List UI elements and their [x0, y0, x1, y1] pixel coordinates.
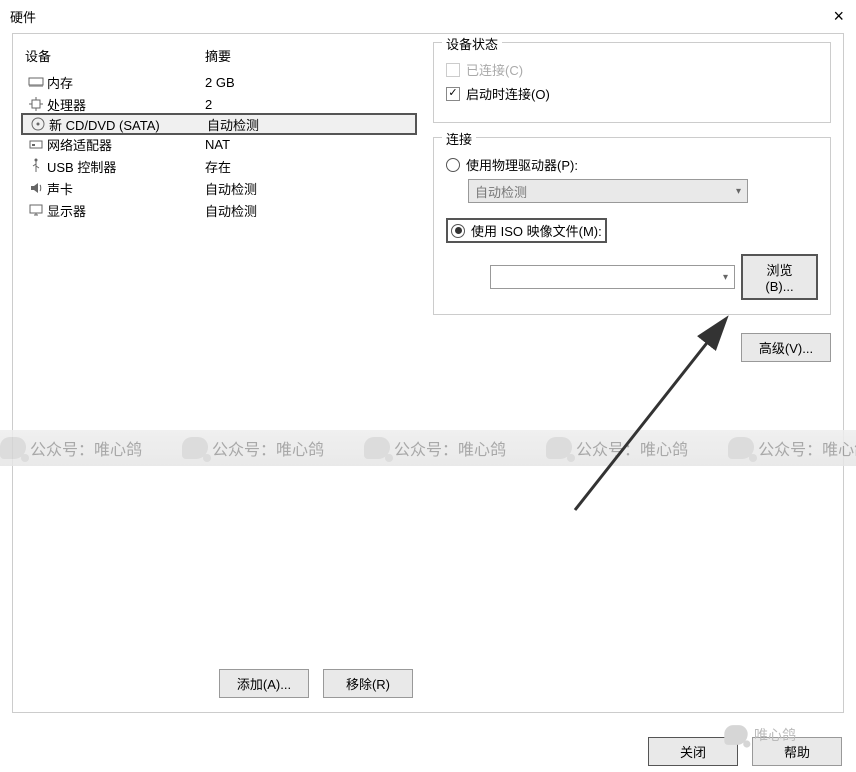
device-status-legend: 设备状态: [442, 34, 502, 53]
disc-icon: [27, 116, 49, 132]
dialog-body: 设备 摘要 内存2 GB处理器2新 CD/DVD (SATA)自动检测网络适配器…: [12, 33, 844, 713]
sound-icon: [25, 180, 47, 196]
advanced-button[interactable]: 高级(V)...: [741, 333, 831, 362]
device-buttons: 添加(A)... 移除(R): [21, 663, 417, 704]
connection-legend: 连接: [442, 129, 476, 148]
col-summary: 摘要: [205, 46, 413, 65]
connection-group: 连接 使用物理驱动器(P): 自动检测 ▾ 使用 ISO 映像文件(M): ▾ …: [433, 137, 831, 315]
device-name: 声卡: [47, 179, 205, 198]
device-name: USB 控制器: [47, 157, 205, 176]
device-summary: NAT: [205, 137, 413, 152]
iso-path-combo[interactable]: ▾: [490, 265, 735, 289]
device-table: 设备 摘要 内存2 GB处理器2新 CD/DVD (SATA)自动检测网络适配器…: [21, 42, 417, 221]
display-icon: [25, 202, 47, 218]
radio-icon: [451, 224, 465, 238]
device-table-header: 设备 摘要: [21, 42, 417, 71]
device-row[interactable]: 显示器自动检测: [21, 199, 417, 221]
close-button[interactable]: 关闭: [648, 737, 738, 766]
titlebar: 硬件 ×: [0, 0, 856, 33]
use-physical-radio[interactable]: 使用物理驱动器(P):: [446, 155, 818, 174]
device-summary: 存在: [205, 157, 413, 176]
close-icon[interactable]: ×: [833, 6, 844, 27]
device-row[interactable]: USB 控制器存在: [21, 155, 417, 177]
chevron-down-icon: ▾: [723, 272, 728, 283]
device-summary: 自动检测: [205, 201, 413, 220]
window-title: 硬件: [10, 7, 36, 26]
chevron-down-icon: ▾: [736, 186, 741, 197]
device-row[interactable]: 网络适配器NAT: [21, 133, 417, 155]
device-summary: 2 GB: [205, 75, 413, 90]
device-name: 新 CD/DVD (SATA): [49, 115, 207, 134]
col-device: 设备: [25, 46, 205, 65]
physical-combo-value: 自动检测: [475, 182, 527, 201]
checkbox-icon: ✓: [446, 87, 460, 101]
use-iso-label: 使用 ISO 映像文件(M):: [471, 221, 602, 240]
remove-button[interactable]: 移除(R): [323, 669, 413, 698]
network-icon: [25, 136, 47, 152]
device-row[interactable]: 声卡自动检测: [21, 177, 417, 199]
browse-button[interactable]: 浏览(B)...: [741, 254, 818, 300]
device-summary: 2: [205, 97, 413, 112]
usb-icon: [25, 158, 47, 174]
connect-poweron-label: 启动时连接(O): [466, 84, 550, 103]
connected-label: 已连接(C): [466, 60, 523, 79]
bottom-bar: 关闭 帮助: [648, 737, 842, 766]
help-button[interactable]: 帮助: [752, 737, 842, 766]
device-row[interactable]: 新 CD/DVD (SATA)自动检测: [21, 113, 417, 135]
connected-checkbox[interactable]: 已连接(C): [446, 60, 818, 79]
device-name: 网络适配器: [47, 135, 205, 154]
physical-drive-combo[interactable]: 自动检测 ▾: [468, 179, 748, 203]
add-button[interactable]: 添加(A)...: [219, 669, 309, 698]
device-summary: 自动检测: [205, 179, 413, 198]
device-summary: 自动检测: [207, 115, 411, 134]
cpu-icon: [25, 96, 47, 112]
device-row[interactable]: 处理器2: [21, 93, 417, 115]
device-status-group: 设备状态 已连接(C) ✓ 启动时连接(O): [433, 42, 831, 123]
device-panel: 设备 摘要 内存2 GB处理器2新 CD/DVD (SATA)自动检测网络适配器…: [13, 34, 423, 712]
connect-poweron-checkbox[interactable]: ✓ 启动时连接(O): [446, 84, 818, 103]
device-name: 内存: [47, 73, 205, 92]
device-name: 处理器: [47, 95, 205, 114]
use-physical-label: 使用物理驱动器(P):: [466, 155, 578, 174]
device-name: 显示器: [47, 201, 205, 220]
device-row[interactable]: 内存2 GB: [21, 71, 417, 93]
use-iso-radio[interactable]: 使用 ISO 映像文件(M):: [446, 218, 607, 243]
settings-panel: 设备状态 已连接(C) ✓ 启动时连接(O) 连接 使用物理驱动器(P): 自动…: [423, 34, 843, 712]
checkbox-icon: [446, 63, 460, 77]
memory-icon: [25, 74, 47, 90]
radio-icon: [446, 158, 460, 172]
